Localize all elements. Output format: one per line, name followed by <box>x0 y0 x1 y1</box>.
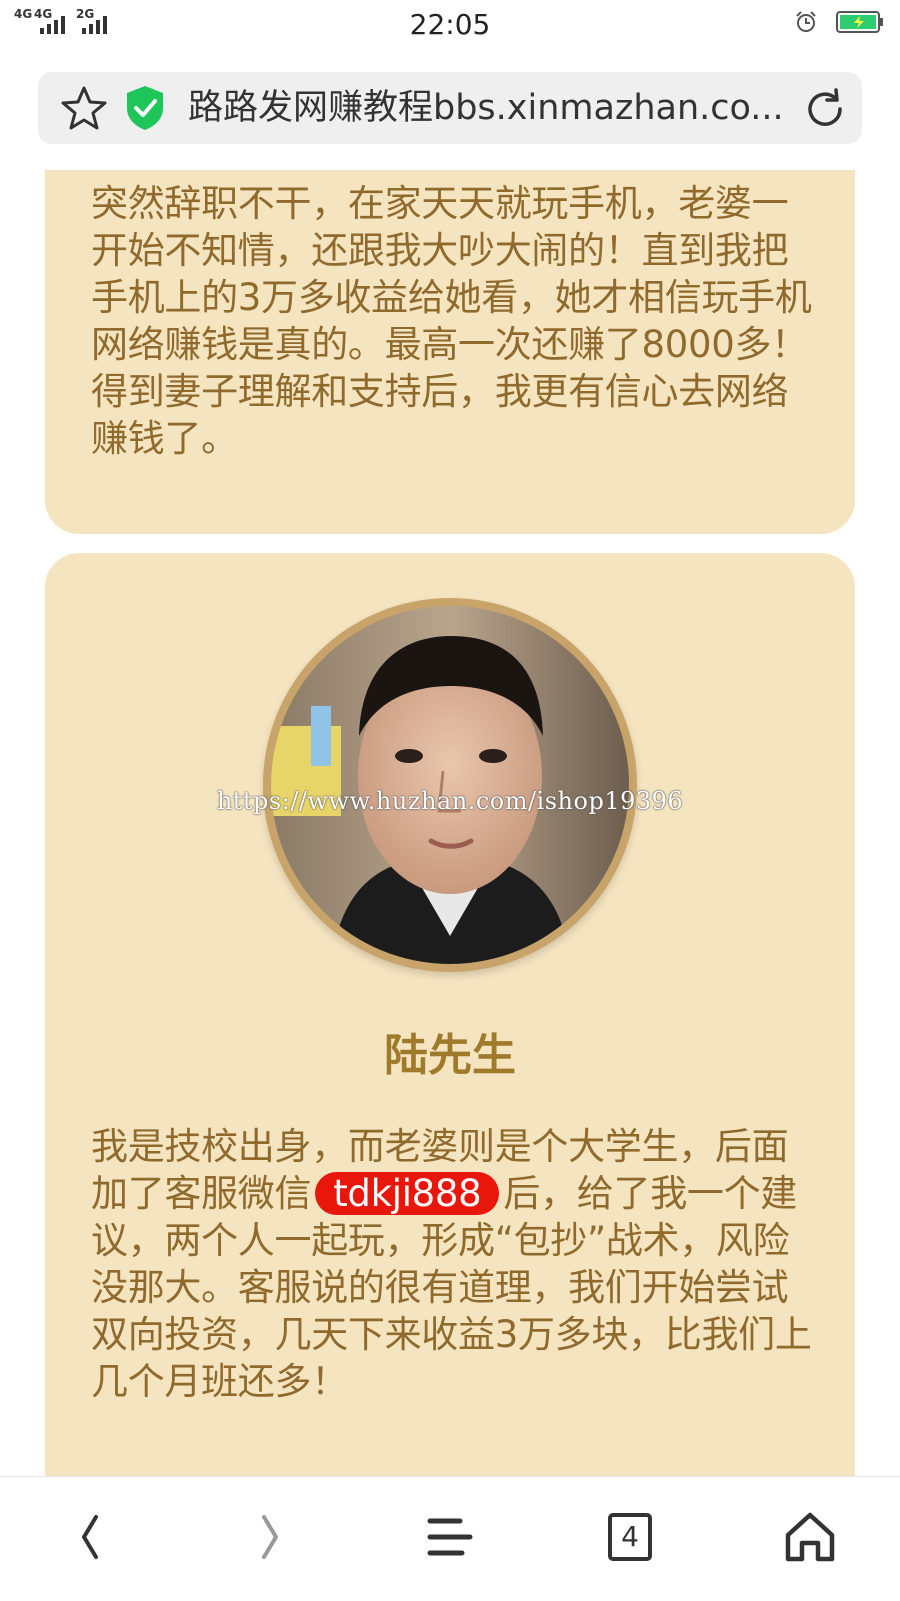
tabs-button[interactable]: 4 <box>600 1507 660 1567</box>
tab-count: 4 <box>621 1520 639 1553</box>
testimonial-name: 陆先生 <box>384 1030 516 1081</box>
status-bar: 4G 4G 2G 22:05 <box>0 0 900 52</box>
battery-charging-icon <box>836 11 883 33</box>
forward-arrow-icon[interactable] <box>240 1507 300 1567</box>
star-icon[interactable] <box>60 84 108 132</box>
back-arrow-icon[interactable] <box>60 1507 120 1567</box>
clock: 22:05 <box>409 8 491 41</box>
page-content[interactable]: 突然辞职不干，在家天天就玩手机，老婆一开始不知情，还跟我大吵大闹的！直到我把手机… <box>0 170 900 1476</box>
home-icon[interactable] <box>780 1507 840 1567</box>
reload-icon[interactable] <box>802 86 848 132</box>
watermark-text: https://www.huzhan.com/ishop19396 <box>216 787 684 815</box>
security-shield-icon <box>127 86 163 130</box>
testimonial-card: https://www.huzhan.com/ishop19396 陆先生 我是… <box>45 553 855 1476</box>
bottom-navigation: 4 <box>0 1476 900 1601</box>
testimonial-card: 突然辞职不干，在家天天就玩手机，老婆一开始不知情，还跟我大吵大闹的！直到我把手机… <box>45 170 855 534</box>
address-bar[interactable]: 路路发网赚教程bbs.xinmazhan.co... <box>38 72 862 144</box>
testimonial-text: 我是技校出身，而老婆则是个大学生，后面加了客服微信 tdkji888 后，给了我一个… <box>91 1123 816 1405</box>
testimonial-text: 突然辞职不干，在家天天就玩手机，老婆一开始不知情，还跟我大吵大闹的！直到我把手机… <box>91 182 812 460</box>
menu-icon[interactable] <box>420 1507 480 1567</box>
wechat-id-badge[interactable]: tdkji888 <box>315 1172 500 1215</box>
avatar-frame <box>263 598 637 972</box>
avatar-photo <box>271 606 629 964</box>
alarm-icon <box>796 11 816 32</box>
url-text[interactable]: 路路发网赚教程bbs.xinmazhan.co... <box>188 84 818 132</box>
avatar <box>271 606 629 964</box>
